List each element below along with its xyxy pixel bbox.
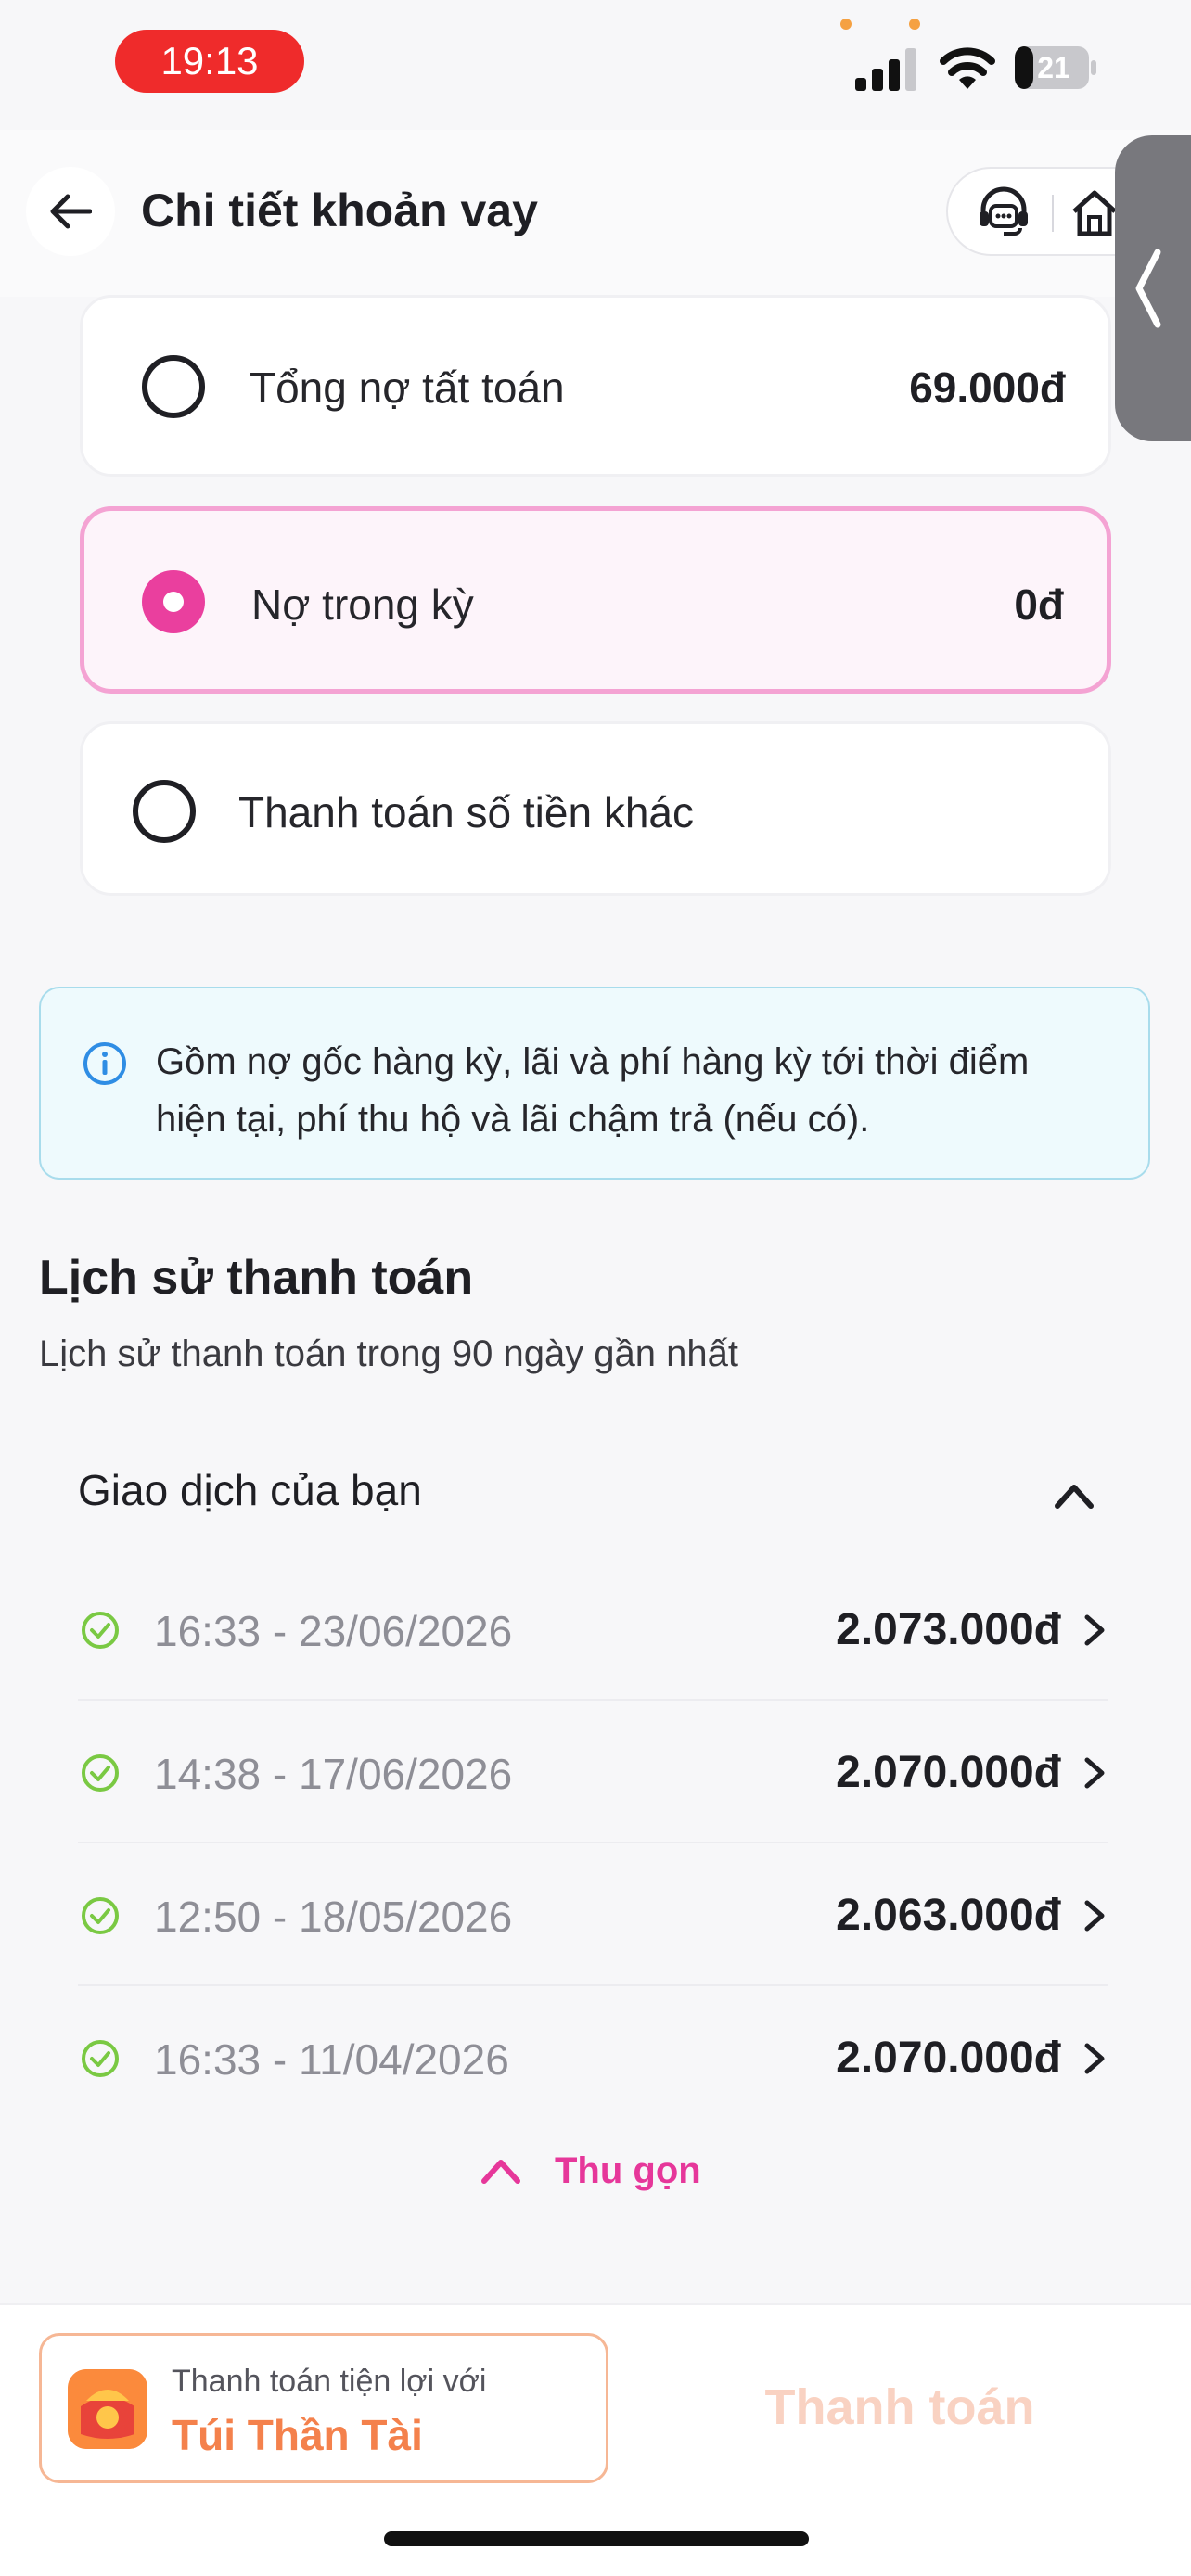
privacy-dot xyxy=(909,19,920,30)
wallet-payment-card[interactable]: Thanh toán tiện lợi với Túi Thần Tài xyxy=(39,2333,608,2483)
transaction-time: 16:33 - 23/06/2026 xyxy=(154,1607,513,1655)
radio-button[interactable] xyxy=(133,780,196,843)
option-total-debt[interactable]: Tổng nợ tất toán 69.000đ xyxy=(80,295,1111,477)
wifi-icon xyxy=(940,47,995,89)
option-label: Nợ trong kỳ xyxy=(251,580,474,629)
collapse-label: Thu gọn xyxy=(555,2149,701,2191)
customer-support-icon[interactable] xyxy=(976,185,1031,241)
side-panel-tab[interactable] xyxy=(1115,135,1191,441)
wallet-name: Túi Thần Tài xyxy=(172,2411,423,2459)
transaction-row[interactable]: 12:50 - 18/05/2026 2.063.000đ xyxy=(78,1843,1108,1986)
chevron-right-icon xyxy=(1084,2043,1105,2074)
option-amount: 0đ xyxy=(1014,580,1064,629)
section-title: Lịch sử thanh toán xyxy=(39,1251,474,1305)
wallet-icon xyxy=(68,2369,147,2449)
transaction-time: 12:50 - 18/05/2026 xyxy=(154,1893,513,1941)
option-other-amount[interactable]: Thanh toán số tiền khác xyxy=(80,721,1111,896)
radio-button[interactable] xyxy=(142,355,205,418)
transaction-row[interactable]: 14:38 - 17/06/2026 2.070.000đ xyxy=(78,1701,1108,1843)
check-circle-icon xyxy=(82,2040,119,2077)
transaction-amount: 2.070.000đ xyxy=(836,2034,1061,2083)
home-indicator xyxy=(384,2531,809,2546)
chevron-right-icon xyxy=(1084,1900,1105,1932)
option-label: Thanh toán số tiền khác xyxy=(238,788,694,836)
battery-icon: 21 xyxy=(1015,46,1096,89)
pay-button[interactable]: Thanh toán xyxy=(649,2342,1150,2472)
info-notice: Gồm nợ gốc hàng kỳ, lãi và phí hàng kỳ t… xyxy=(39,987,1150,1180)
app-header: Chi tiết khoản vay xyxy=(0,130,1191,297)
chevron-left-icon xyxy=(1135,249,1161,328)
status-bar: 19:13 21 xyxy=(0,0,1191,130)
transaction-amount: 2.073.000đ xyxy=(836,1605,1061,1654)
section-subtitle: Lịch sử thanh toán trong 90 ngày gần nhấ… xyxy=(39,1333,739,1374)
transaction-amount: 2.070.000đ xyxy=(836,1748,1061,1797)
check-circle-icon xyxy=(82,1754,119,1792)
radio-button-selected[interactable] xyxy=(142,570,205,633)
transaction-amount: 2.063.000đ xyxy=(836,1891,1061,1940)
transaction-time: 14:38 - 17/06/2026 xyxy=(154,1750,513,1798)
transaction-time: 16:33 - 11/04/2026 xyxy=(154,2035,509,2084)
info-line: hiện tại, phí thu hộ và lãi chậm trả (nế… xyxy=(156,1099,870,1140)
back-button[interactable] xyxy=(26,167,115,256)
transaction-row[interactable]: 16:33 - 23/06/2026 2.073.000đ xyxy=(78,1558,1108,1701)
info-line: Gồm nợ gốc hàng kỳ, lãi và phí hàng kỳ t… xyxy=(156,1041,1030,1082)
battery-level: 21 xyxy=(1037,51,1070,84)
home-icon[interactable] xyxy=(1069,187,1121,239)
transaction-row[interactable]: 16:33 - 11/04/2026 2.070.000đ xyxy=(78,1986,1108,2129)
check-circle-icon xyxy=(82,1897,119,1934)
signal-icon xyxy=(855,48,916,91)
back-arrow-icon xyxy=(50,194,92,229)
status-time: 19:13 xyxy=(115,30,304,93)
info-text: Gồm nợ gốc hàng kỳ, lãi và phí hàng kỳ t… xyxy=(156,1033,1121,1148)
chevron-up-icon xyxy=(481,2160,520,2184)
option-period-debt[interactable]: Nợ trong kỳ 0đ xyxy=(80,506,1111,694)
privacy-dot xyxy=(840,19,852,30)
chevron-right-icon xyxy=(1084,1757,1105,1789)
page-title: Chi tiết khoản vay xyxy=(141,185,538,236)
divider xyxy=(1052,195,1054,232)
chevron-up-icon[interactable] xyxy=(1054,1482,1095,1510)
info-icon xyxy=(83,1042,126,1085)
option-label: Tổng nợ tất toán xyxy=(250,363,565,412)
transactions-header[interactable]: Giao dịch của bạn xyxy=(78,1465,422,1515)
collapse-link[interactable]: Thu gọn xyxy=(480,2148,701,2194)
wallet-subtitle: Thanh toán tiện lợi với xyxy=(172,2364,487,2399)
chevron-right-icon xyxy=(1084,1614,1105,1646)
check-circle-icon xyxy=(82,1612,119,1649)
option-amount: 69.000đ xyxy=(909,363,1066,412)
